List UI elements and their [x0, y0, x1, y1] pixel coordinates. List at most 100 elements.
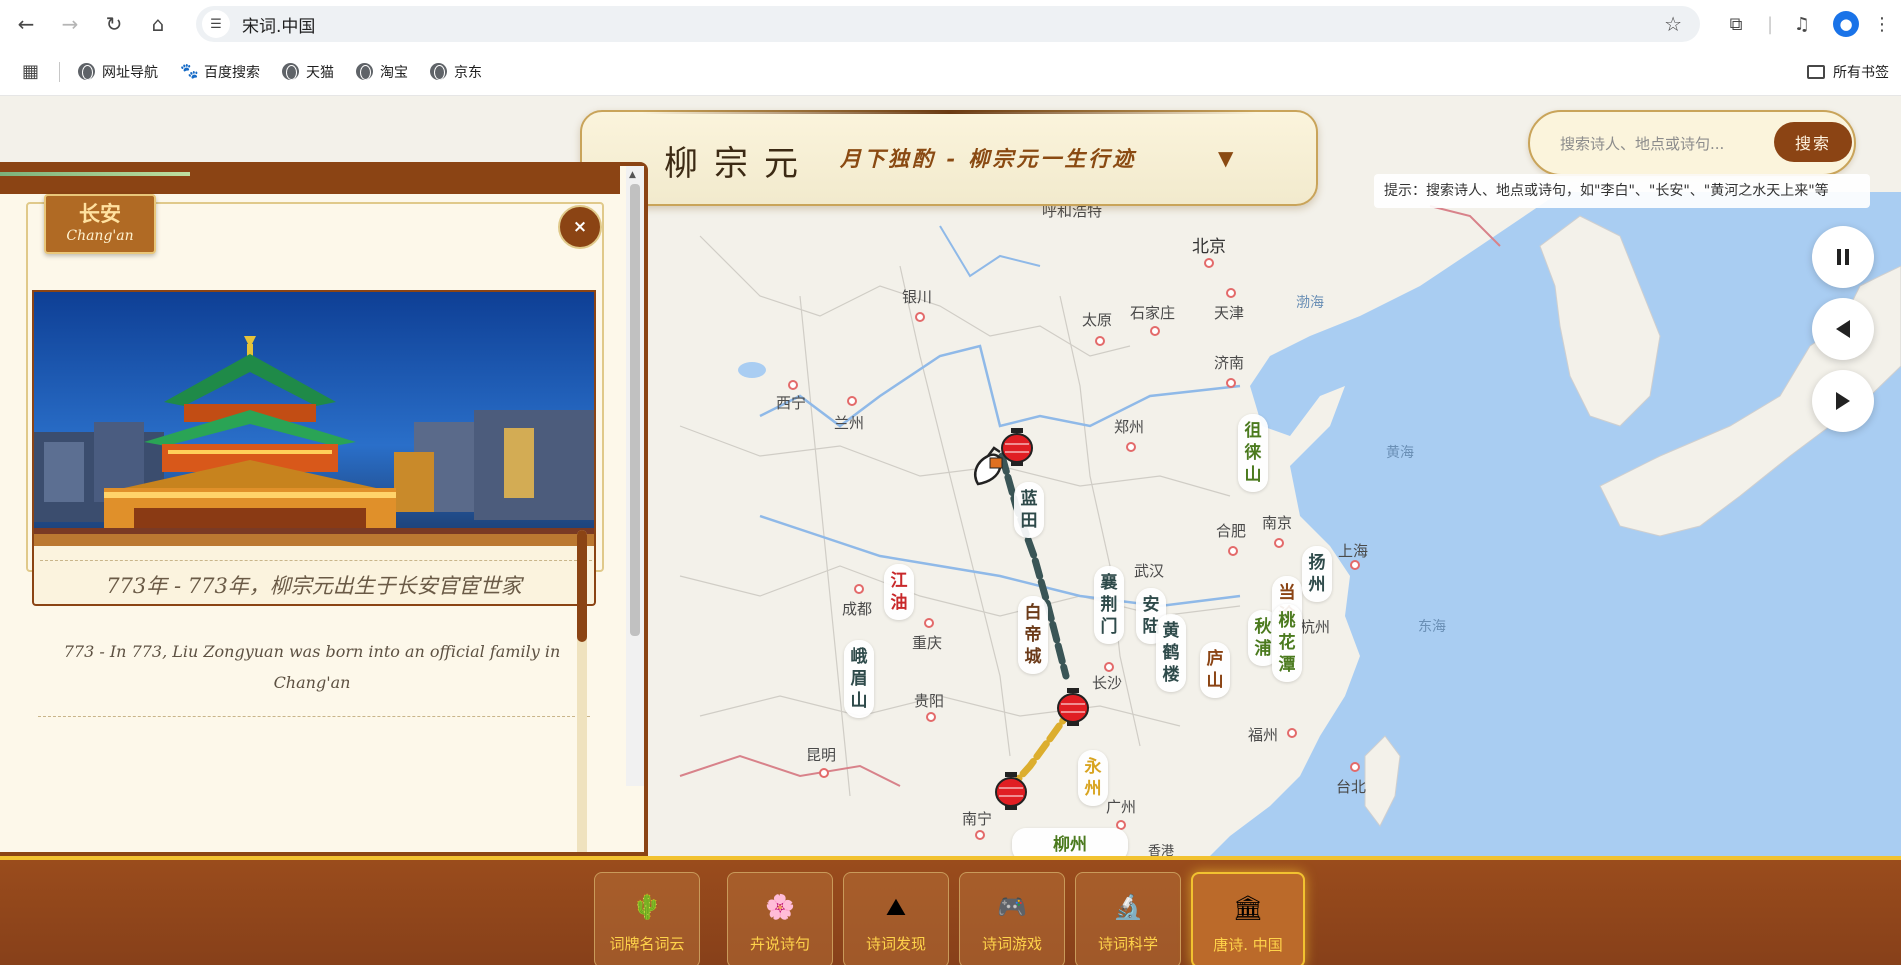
panel-scroll-thumb[interactable]: [577, 530, 587, 642]
city-label: 南京: [1262, 514, 1293, 532]
city-dot: [975, 830, 985, 840]
back-icon[interactable]: ←: [8, 6, 44, 42]
blossom-icon: 🌸: [765, 893, 795, 921]
address-bar[interactable]: ☰ 宋词.中国 ☆: [196, 6, 1700, 42]
city-dot: [1350, 560, 1360, 570]
poi-marker[interactable]: 徂徕山: [1238, 414, 1268, 492]
nav-card-game[interactable]: 🎮 诗词游戏: [959, 872, 1065, 965]
poet-figure-icon: [974, 446, 1003, 486]
chevron-down-icon[interactable]: ▼: [1218, 146, 1233, 170]
browser-toolbar: ← → ↻ ⌂ ☰ 宋词.中国 ☆ ⧉ | ♫ ● ⋮: [0, 0, 1901, 48]
globe-icon: [430, 63, 448, 80]
bookmark-item[interactable]: 淘宝: [356, 62, 408, 82]
city-dot: [1274, 538, 1284, 548]
scroll-up-icon[interactable]: ▲: [629, 170, 636, 180]
gamepad-icon: 🎮: [997, 893, 1027, 921]
page-scroll-thumb[interactable]: [630, 184, 640, 636]
reload-icon[interactable]: ↻: [96, 6, 132, 42]
panel-header-bar: [0, 166, 620, 194]
lantern-marker[interactable]: [994, 772, 1028, 812]
next-icon: [1836, 392, 1850, 410]
poi-marker[interactable]: 峨眉山: [844, 640, 874, 718]
nav-card-hui-shuo[interactable]: 🌸 卉说诗句: [727, 872, 833, 965]
poi-marker[interactable]: 襄荆门: [1094, 566, 1124, 644]
media-icon[interactable]: ♫: [1786, 6, 1818, 42]
extensions-icon[interactable]: ⧉: [1720, 6, 1752, 42]
mountain-icon: ⛰: [885, 893, 907, 921]
menu-icon[interactable]: ⋮: [1872, 6, 1892, 42]
close-button[interactable]: ×: [558, 205, 602, 249]
poi-marker[interactable]: 黄鹤楼: [1156, 614, 1186, 692]
next-button[interactable]: [1812, 370, 1874, 432]
nav-card-tangshi-china[interactable]: 🏛 唐诗. 中国: [1191, 872, 1305, 965]
bookmarks-bar: ▦ 网址导航 🐾 百度搜索 天猫 淘宝 京东 所有书签: [0, 48, 1901, 96]
search-box: 搜索: [1528, 110, 1856, 176]
city-dot: [1126, 442, 1136, 452]
globe-icon: [356, 63, 374, 80]
city-label: 贵阳: [914, 692, 945, 710]
poi-marker[interactable]: 庐山: [1200, 642, 1230, 698]
url-text[interactable]: 宋词.中国: [242, 12, 315, 37]
poi-marker[interactable]: 扬州: [1302, 546, 1332, 602]
event-card[interactable]: 773年 - 773年，柳宗元出生于长安官宦世家: [32, 546, 596, 606]
city-dot: [1226, 378, 1236, 388]
home-icon[interactable]: ⌂: [140, 6, 176, 42]
lantern-marker[interactable]: [1056, 688, 1090, 728]
poem-title[interactable]: 月下独酌 - 柳宗元一生行迹: [840, 143, 1136, 173]
progress-bar: [0, 172, 190, 176]
poi-marker[interactable]: 蓝田: [1014, 482, 1044, 538]
bookmark-item[interactable]: 天猫: [282, 62, 334, 82]
prev-button[interactable]: [1812, 298, 1874, 360]
bookmark-item[interactable]: 🐾 百度搜索: [180, 62, 260, 82]
search-button[interactable]: 搜索: [1774, 122, 1852, 162]
poi-marker[interactable]: 白帝城: [1018, 596, 1048, 674]
poi-marker[interactable]: 江油: [884, 564, 914, 620]
bookmark-item[interactable]: 京东: [430, 62, 482, 82]
globe-icon: [282, 63, 300, 80]
poi-marker[interactable]: 桃花潭: [1272, 604, 1302, 682]
place-name-zh: 长安: [79, 201, 121, 226]
nav-card-discover[interactable]: ⛰ 诗词发现: [843, 872, 949, 965]
city-dot: [915, 312, 925, 322]
avatar[interactable]: ●: [1833, 11, 1859, 37]
dotted-divider: [40, 560, 592, 561]
bookmark-star-icon[interactable]: ☆: [1664, 12, 1682, 36]
city-dot: [926, 712, 936, 722]
forward-icon[interactable]: →: [52, 6, 88, 42]
all-bookmarks[interactable]: 所有书签: [1807, 62, 1889, 82]
city-label: 成都: [842, 600, 873, 618]
poem-selector[interactable]: 柳宗元 月下独酌 - 柳宗元一生行迹 ▼: [580, 110, 1318, 206]
poi-marker[interactable]: 永州: [1078, 750, 1108, 806]
search-input[interactable]: [1560, 132, 1750, 156]
city-dot: [819, 768, 829, 778]
city-dot: [1104, 662, 1114, 672]
microscope-icon: 🔬: [1113, 893, 1143, 921]
city-label: 昆明: [806, 746, 837, 764]
prev-icon: [1836, 320, 1850, 338]
city-label: 合肥: [1216, 522, 1247, 540]
apps-grid-icon[interactable]: ▦: [22, 61, 39, 82]
city-label: 北京: [1192, 237, 1226, 257]
nav-card-cipai-cloud[interactable]: 🌵 词牌名词云: [594, 872, 700, 965]
city-label: 杭州: [1300, 618, 1331, 636]
nav-card-science[interactable]: 🔬 诗词科学: [1075, 872, 1181, 965]
city-label: 台北: [1336, 778, 1367, 796]
sea-label: 黄海: [1386, 445, 1414, 461]
site-info-icon[interactable]: ☰: [202, 10, 230, 38]
city-label: 南宁: [962, 810, 993, 828]
pause-button[interactable]: [1812, 226, 1874, 288]
event-description: 773 - In 773, Liu Zongyuan was born into…: [63, 642, 561, 692]
nav-label: 诗词发现: [865, 935, 926, 953]
sea-label: 渤海: [1296, 295, 1324, 311]
city-label: 郑州: [1114, 418, 1145, 436]
city-label: 武汉: [1134, 562, 1165, 580]
toolbar-divider: |: [1766, 13, 1774, 35]
dotted-divider: [38, 716, 590, 717]
city-label: 广州: [1106, 798, 1137, 816]
bookmark-item[interactable]: 网址导航: [78, 62, 158, 82]
profile-button[interactable]: ●: [1830, 6, 1862, 42]
city-dot: [1150, 326, 1160, 336]
place-photo: [32, 290, 596, 546]
city-dot: [1226, 288, 1236, 298]
place-badge: 长安 Chang'an: [44, 194, 156, 254]
